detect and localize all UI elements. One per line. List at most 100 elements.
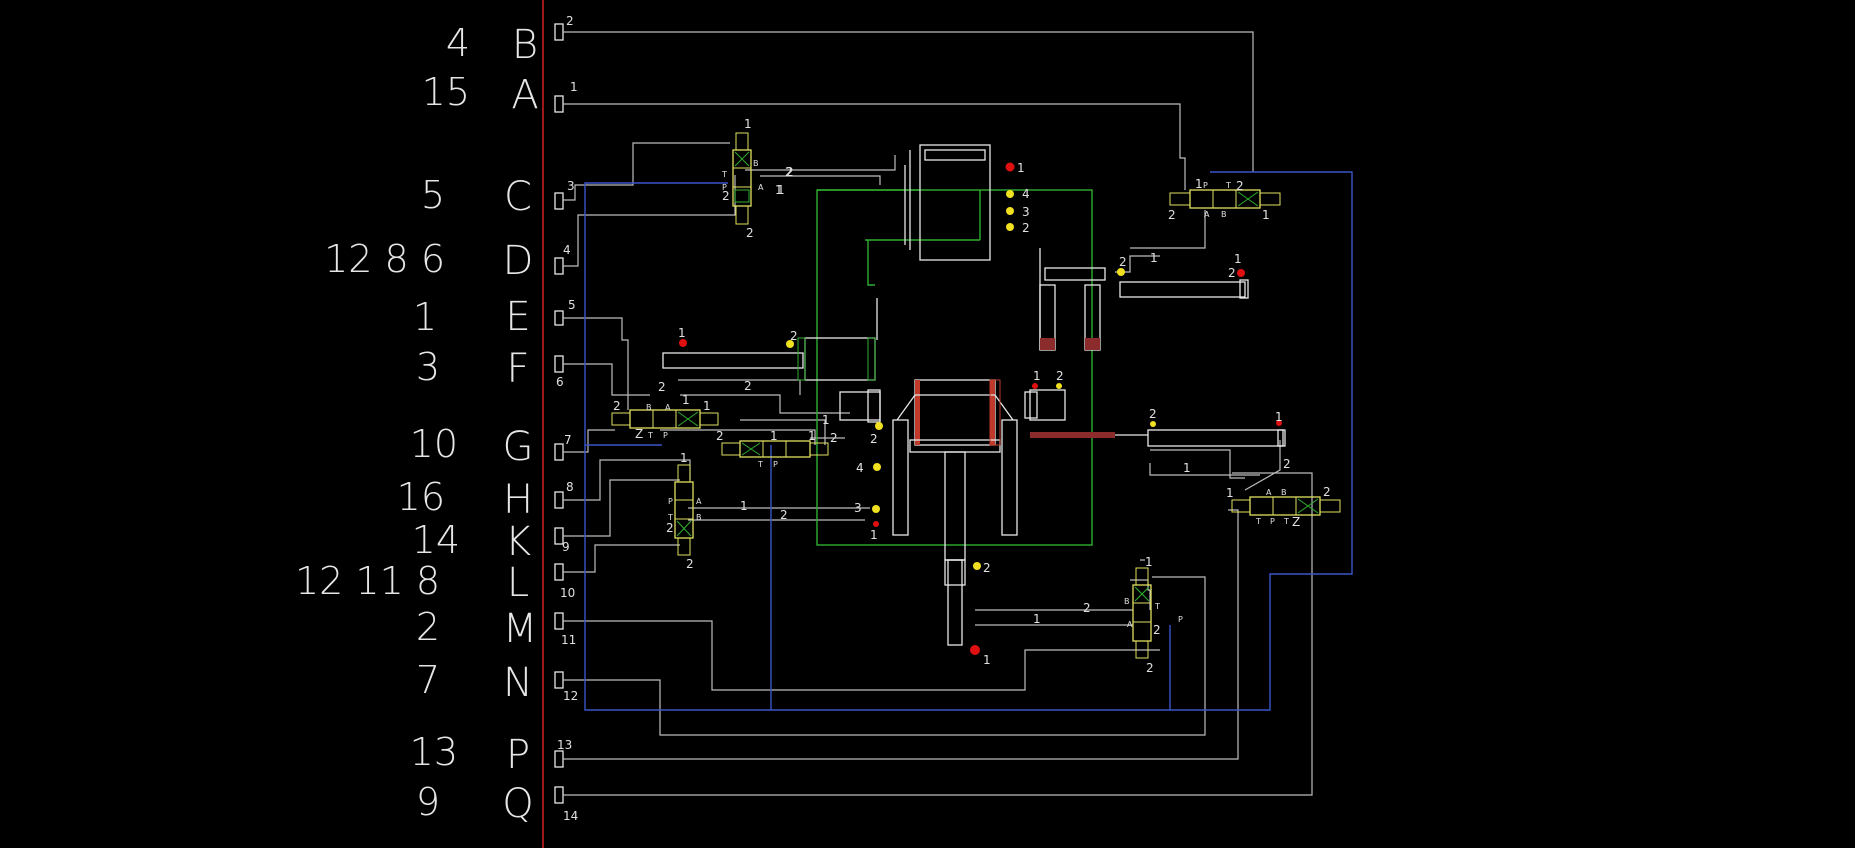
marker-label: 1: [1234, 252, 1242, 266]
marker-label: 1: [983, 653, 991, 667]
terminal-label-N: 12: [563, 689, 578, 703]
marker-label: 3: [854, 501, 862, 515]
machine-frame: [816, 189, 1093, 546]
terminal-label-L: 10: [560, 586, 575, 600]
valve-label: T: [1225, 181, 1231, 190]
valve-label: T: [647, 431, 653, 440]
terminal-N[interactable]: [554, 671, 564, 689]
wiring: [563, 31, 1313, 796]
row-letter-E: E: [505, 294, 530, 340]
valve-label: T: [1255, 517, 1261, 526]
row-letter-N: N: [503, 660, 533, 706]
marker-label: 2: [1149, 407, 1157, 421]
valve-lower-left[interactable]: [674, 464, 694, 556]
terminal-H[interactable]: [554, 491, 564, 509]
sensor-red: [970, 645, 980, 655]
terminal-E[interactable]: [554, 310, 564, 326]
marker-label: 1: [678, 326, 686, 340]
row-num-Q: 9: [416, 780, 440, 824]
right-gripper: [1039, 248, 1249, 351]
row-letter-M: M: [503, 606, 538, 652]
valve-label: 1: [680, 451, 688, 465]
terminal-label-M: 11: [561, 633, 576, 647]
row-num-C: 5: [421, 173, 445, 217]
valve-label: 1: [808, 429, 816, 443]
valve-right[interactable]: [1231, 496, 1341, 516]
valve-label: T: [1154, 602, 1160, 611]
valve-bottom[interactable]: [1132, 567, 1152, 659]
valve-label: A: [758, 183, 764, 192]
valve-label: 2: [746, 226, 754, 240]
marker-label: 1: [1275, 410, 1283, 424]
row-num-D: 12 8 6: [324, 237, 445, 281]
marker-label: 3: [1022, 205, 1030, 219]
valve-label: B: [696, 513, 702, 522]
top-cylinder: [904, 144, 991, 261]
row-num-A: 15: [422, 70, 470, 114]
terminal-label-H: 8: [566, 480, 574, 494]
valve-label: T: [1283, 517, 1289, 526]
marker-label: 2: [870, 432, 878, 446]
row-num-L: 12 11 8: [295, 559, 440, 603]
wire-label: 2: [1283, 457, 1291, 471]
valve-label: B: [646, 403, 652, 412]
terminals: 2 1 3 4 5 6 7 8 9 10 11 12 13 14: [554, 14, 578, 823]
valve-label: B: [753, 159, 759, 168]
wire-label: 1: [740, 499, 748, 513]
row-num-P: 13: [410, 730, 458, 774]
sensor-yellow: [1117, 268, 1125, 276]
valve-label: 2: [722, 189, 730, 203]
row-labels: 4 B 15 A 5 C 12 8 6 D 1 E 3 F 10 G 16 H …: [295, 21, 539, 827]
row-letter-C: C: [504, 174, 532, 220]
valve-label: 1: [1145, 555, 1153, 569]
row-num-H: 16: [397, 475, 445, 519]
terminal-M[interactable]: [554, 612, 564, 630]
row-num-K: 14: [412, 518, 460, 562]
valve-label: 1: [703, 399, 711, 413]
wire-label: 2: [1083, 601, 1091, 615]
terminal-L[interactable]: [554, 563, 564, 581]
marker-label: 2: [983, 561, 991, 575]
terminal-B[interactable]: [554, 23, 564, 41]
sensor-red: [679, 339, 687, 347]
terminal-G[interactable]: [554, 443, 564, 461]
row-letter-B: B: [512, 22, 538, 68]
marker-label: 4: [856, 461, 864, 475]
valve-mid-center[interactable]: [721, 440, 829, 458]
valve-label: 2: [1323, 485, 1331, 499]
terminal-label-C: 3: [567, 179, 575, 193]
valve-label: 2: [666, 521, 674, 535]
valve-label: A: [1266, 488, 1272, 497]
valve-label: A: [1204, 210, 1210, 219]
marker-label: 2: [790, 329, 798, 343]
sensor-yellow: [873, 463, 881, 471]
terminal-C[interactable]: [554, 192, 564, 210]
valve-label: P: [663, 431, 668, 440]
row-letter-L: L: [507, 560, 529, 606]
terminal-Q[interactable]: [554, 786, 564, 804]
sensor-yellow: [1006, 190, 1014, 198]
valve-label: 2: [1236, 179, 1244, 193]
terminal-P[interactable]: [554, 750, 564, 768]
valve-label: 2: [1146, 661, 1154, 675]
terminal-label-D: 4: [563, 243, 571, 257]
marker-label: 2: [1056, 369, 1064, 383]
wire-label: 2: [780, 508, 788, 522]
sensor-yellow: [1006, 207, 1014, 215]
right-lower-cylinder: [1030, 429, 1286, 447]
terminal-D[interactable]: [554, 257, 564, 275]
terminal-label-G: 7: [564, 433, 572, 447]
terminal-F[interactable]: [554, 355, 564, 373]
valve-label: B: [1221, 210, 1227, 219]
marker-label: 1: [1033, 369, 1041, 383]
valve-label: 2: [716, 429, 724, 443]
marker-label: 2: [1119, 255, 1127, 269]
valve-label: P: [1178, 615, 1183, 624]
valve-top-left[interactable]: [732, 132, 752, 225]
valve-label: B: [1124, 597, 1130, 606]
lower-press: [892, 379, 1018, 646]
sensor-red: [1005, 162, 1015, 172]
terminal-A[interactable]: [554, 95, 564, 113]
valve-top-right[interactable]: [1169, 189, 1281, 209]
valve-label: Z: [635, 427, 643, 441]
